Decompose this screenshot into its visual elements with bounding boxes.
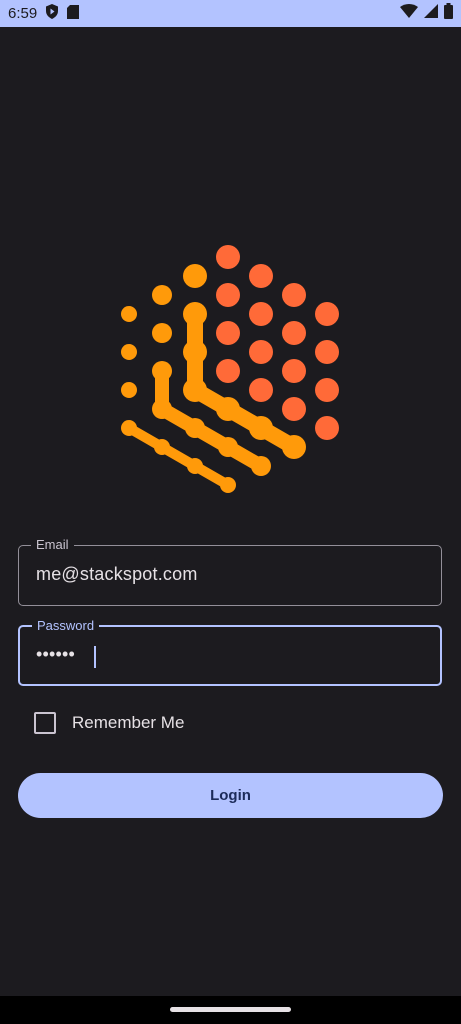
password-field[interactable]: Password ••••••	[18, 618, 442, 686]
password-input[interactable]: ••••••	[36, 644, 75, 665]
status-left: 6:59	[8, 4, 80, 23]
battery-icon	[444, 3, 453, 24]
remember-me-label: Remember Me	[72, 713, 185, 732]
login-button[interactable]: Login	[18, 773, 443, 818]
status-time: 6:59	[8, 5, 38, 22]
app-logo	[110, 236, 350, 496]
status-right	[400, 3, 453, 24]
password-label: Password	[32, 618, 100, 634]
shield-play-icon	[45, 4, 59, 23]
email-label: Email	[31, 537, 74, 553]
remember-me-row[interactable]: Remember Me	[34, 712, 184, 734]
text-cursor	[94, 646, 96, 668]
status-bar: 6:59	[0, 0, 461, 27]
home-handle[interactable]	[170, 1007, 291, 1012]
email-field[interactable]: Email me@stackspot.com	[18, 537, 442, 606]
navigation-bar	[0, 996, 461, 1024]
sd-card-icon	[67, 4, 80, 23]
wifi-icon	[400, 4, 418, 23]
email-input[interactable]: me@stackspot.com	[36, 564, 198, 585]
signal-icon	[424, 4, 438, 23]
remember-me-checkbox[interactable]	[34, 712, 56, 734]
